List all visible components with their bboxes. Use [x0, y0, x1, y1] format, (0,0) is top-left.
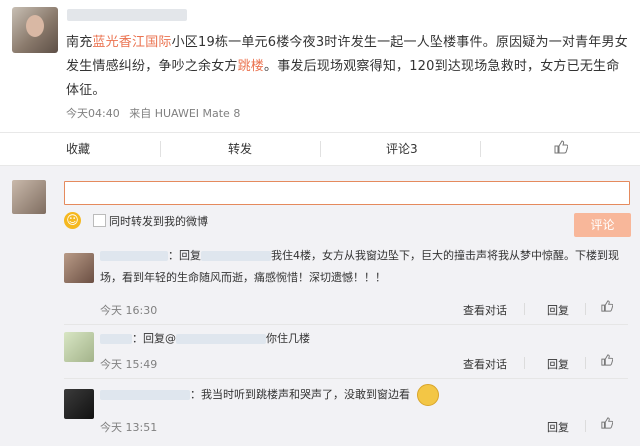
forward-label: 同时转发到我的微博	[109, 215, 208, 228]
post-text: 南充蓝光香江国际小区19栋一单元6楼今夜3时许发生一起一人坠楼事件。原因疑为一对…	[66, 31, 628, 103]
location-link[interactable]: 蓝光香江国际	[92, 35, 171, 50]
repost-button[interactable]: 转发	[228, 133, 252, 165]
post-source: 来自 HUAWEI Mate 8	[129, 107, 241, 120]
action-bar: 收藏 转发 评论3	[0, 132, 640, 166]
commenter-avatar[interactable]	[64, 332, 94, 362]
commenter-name-blurred[interactable]	[100, 390, 190, 400]
thumbs-up-icon[interactable]	[554, 134, 569, 166]
comment-input[interactable]	[64, 181, 630, 205]
comment-divider	[64, 324, 628, 325]
comment-time: 今天 15:49	[100, 358, 158, 371]
submit-comment-button[interactable]: 评论	[574, 213, 631, 237]
mention-blurred[interactable]	[176, 334, 266, 344]
comment-item: ：回复 我住4楼，女方从我窗边坠下，巨大的撞击声将我从梦中惊醒。下楼到现场，看到年…	[100, 245, 620, 289]
post-time[interactable]: 今天04:40	[66, 107, 120, 120]
emoji-icon[interactable]: ☺	[64, 212, 81, 229]
topic-link[interactable]: 跳楼	[238, 59, 264, 74]
comment-time: 今天 13:51	[100, 421, 158, 434]
link-divider	[585, 303, 586, 315]
forward-checkbox[interactable]	[93, 214, 106, 227]
comment-prefix: ：回复	[168, 249, 201, 262]
comment-text: 你住几楼	[266, 332, 310, 345]
comment-divider	[64, 378, 628, 379]
view-conversation-link[interactable]: 查看对话	[463, 302, 507, 318]
commenter-name-blurred[interactable]	[100, 251, 168, 261]
favorite-button[interactable]: 收藏	[66, 133, 90, 165]
emoji-face-icon	[417, 384, 439, 406]
comment-text: 我当时听到跳楼声和哭声了，没敢到窗边看	[201, 388, 410, 401]
view-conversation-link[interactable]: 查看对话	[463, 356, 507, 372]
reply-link[interactable]: 回复	[547, 356, 569, 372]
commenter-name-blurred[interactable]	[100, 334, 132, 344]
author-name-blurred[interactable]	[67, 9, 187, 21]
comment-like-icon[interactable]	[601, 417, 614, 432]
commenter-avatar[interactable]	[64, 389, 94, 419]
link-divider	[585, 420, 586, 432]
comment-prefix: ：回复@	[132, 332, 176, 345]
comment-prefix: ：	[190, 388, 201, 401]
post-meta: 今天04:40 来自 HUAWEI Mate 8	[66, 105, 246, 121]
comment-time: 今天 16:30	[100, 304, 158, 317]
reply-link[interactable]: 回复	[547, 302, 569, 318]
action-divider	[320, 141, 321, 157]
comment-button[interactable]: 评论3	[386, 133, 418, 165]
author-avatar[interactable]	[12, 7, 58, 53]
comment-like-icon[interactable]	[601, 300, 614, 315]
comment-item: ：我当时听到跳楼声和哭声了，没敢到窗边看	[100, 384, 620, 406]
link-divider	[585, 357, 586, 369]
my-avatar[interactable]	[12, 180, 46, 214]
link-divider	[524, 357, 525, 369]
post-text-prefix: 南充	[66, 35, 93, 50]
comment-like-icon[interactable]	[601, 354, 614, 369]
comment-item: ：回复@ 你住几楼	[100, 328, 620, 350]
link-divider	[524, 303, 525, 315]
reply-link[interactable]: 回复	[547, 419, 569, 435]
action-divider	[480, 141, 481, 157]
mention-blurred[interactable]	[201, 251, 271, 261]
action-divider	[160, 141, 161, 157]
commenter-avatar[interactable]	[64, 253, 94, 283]
